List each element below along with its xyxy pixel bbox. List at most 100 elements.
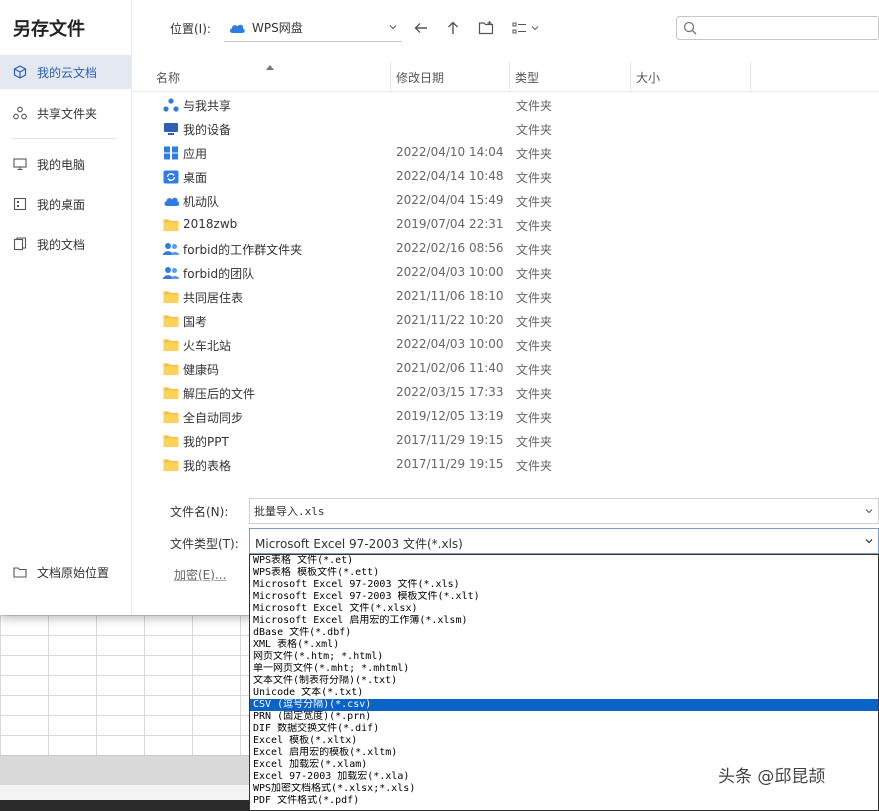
filetype-option[interactable]: Microsoft Excel 文件(*.xlsx) [250,603,878,615]
desktop-icon [13,197,27,211]
filename-input[interactable] [254,502,844,520]
file-name: 解压后的文件 [183,387,256,401]
filetype-option[interactable]: Excel 启用宏的模板(*.xltm) [250,747,878,759]
filetype-option[interactable]: dBase 文件(*.dbf) [250,627,878,639]
filename-label: 文件名(N): [170,505,229,519]
sidebar-item-label: 我的文档 [37,237,86,252]
list-view-icon [512,22,539,34]
back-button[interactable] [410,16,432,40]
share-folder-icon [163,98,179,112]
file-date: 2019/12/05 13:19 [396,409,504,423]
column-divider [390,62,391,92]
filetype-option[interactable]: Microsoft Excel 97-2003 文件(*.xls) [250,579,878,591]
file-row[interactable]: 应用 2022/04/10 14:04 文件夹 [158,141,758,165]
file-name: 我的PPT [183,435,229,449]
filetype-option[interactable]: 单一网页文件(*.mht; *.mhtml) [250,663,878,675]
file-type: 文件夹 [516,411,553,425]
file-date: 2022/04/14 10:48 [396,169,504,183]
file-type: 文件夹 [516,243,553,257]
file-name: 共同居住表 [183,291,244,305]
sync-desktop-icon [163,170,179,184]
search-box [676,16,879,40]
filetype-option[interactable]: Excel 模板(*.xltx) [250,735,878,747]
file-name: 与我共享 [183,99,232,113]
sort-ascending-icon [266,65,274,70]
file-date: 2021/11/22 10:20 [396,313,504,327]
file-name: forbid的团队 [183,267,255,281]
file-row[interactable]: 我的表格 2017/11/29 19:15 文件夹 [158,453,758,477]
file-row[interactable]: 与我共享 文件夹 [158,93,758,117]
filetype-option[interactable]: WPS表格 文件(*.et) [250,555,878,567]
filetype-selected-value: Microsoft Excel 97-2003 文件(*.xls) [255,537,463,551]
folder-icon [163,434,179,448]
column-header-size[interactable]: 大小 [632,62,660,92]
filetype-option[interactable]: CSV (逗号分隔)(*.csv) [250,699,878,711]
original-location-button[interactable]: 文档原始位置 [0,560,131,584]
file-row[interactable]: 全自动同步 2019/12/05 13:19 文件夹 [158,405,758,429]
file-type: 文件夹 [516,435,553,449]
file-date: 2022/04/03 10:00 [396,265,504,279]
filetype-option[interactable]: Unicode 文本(*.txt) [250,687,878,699]
file-row[interactable]: 桌面 2022/04/14 10:48 文件夹 [158,165,758,189]
filetype-option[interactable]: Microsoft Excel 97-2003 模板文件(*.xlt) [250,591,878,603]
folder-icon [163,410,179,424]
file-row[interactable]: forbid的团队 2022/04/03 10:00 文件夹 [158,261,758,285]
folder-icon [163,362,179,376]
file-row[interactable]: 解压后的文件 2022/03/15 17:33 文件夹 [158,381,758,405]
file-row[interactable]: 健康码 2021/02/06 11:40 文件夹 [158,357,758,381]
location-dropdown[interactable]: WPS网盘 [224,14,402,42]
sidebar-item-my-computer[interactable]: 我的电脑 [0,147,131,181]
filename-combo [249,498,879,524]
arrow-up-icon [448,21,458,34]
filetype-option[interactable]: DIF 数据交换文件(*.dif) [250,723,878,735]
new-folder-button[interactable] [475,16,497,40]
file-list-header: 名称 修改日期 类型 大小 [132,62,879,92]
sidebar-item-my-documents[interactable]: 我的文档 [0,227,131,261]
file-row[interactable]: 机动队 2022/04/04 15:49 文件夹 [158,189,758,213]
up-folder-button[interactable] [442,16,464,40]
file-type: 文件夹 [516,195,553,209]
file-row[interactable]: 2018zwb 2019/07/04 22:31 文件夹 [158,213,758,237]
column-divider [750,62,751,92]
filetype-option[interactable]: PRN (固定宽度)(*.prn) [250,711,878,723]
file-name: 我的表格 [183,459,232,473]
column-divider [630,62,631,92]
filetype-label: 文件类型(T): [170,537,239,551]
filetype-option[interactable]: 网页文件(*.htm; *.html) [250,651,878,663]
folder-icon [163,386,179,400]
filetype-option[interactable]: 文本文件(制表符分隔)(*.txt) [250,675,878,687]
file-row[interactable]: 共同居住表 2021/11/06 18:10 文件夹 [158,285,758,309]
column-header-name[interactable]: 名称 [152,62,180,92]
encrypt-link[interactable]: 加密(E)... [174,566,226,583]
sidebar-item-my-desktop[interactable]: 我的桌面 [0,187,131,221]
file-row[interactable]: forbid的工作群文件夹 2022/02/16 08:56 文件夹 [158,237,758,261]
file-name: 机动队 [183,195,220,209]
file-name: 健康码 [183,363,220,377]
column-header-type[interactable]: 类型 [511,62,539,92]
file-date: 2021/11/06 18:10 [396,289,504,303]
share-icon [13,106,27,120]
filetype-option[interactable]: Microsoft Excel 启用宏的工作簿(*.xlsm) [250,615,878,627]
chevron-down-icon[interactable] [864,506,874,516]
folder-icon [163,338,179,352]
file-date: 2022/04/03 10:00 [396,337,504,351]
filetype-option[interactable]: WPS表格 模板文件(*.ett) [250,567,878,579]
file-date: 2017/11/29 19:15 [396,433,504,447]
column-header-modified[interactable]: 修改日期 [392,62,444,92]
filetype-option[interactable]: PDF 文件格式(*.pdf) [250,795,878,807]
filetype-dropdown-toggle[interactable] [860,529,878,553]
view-mode-button[interactable] [510,16,542,40]
file-date: 2019/07/04 22:31 [396,217,504,231]
search-input[interactable] [701,19,871,37]
filetype-option[interactable]: XML 表格(*.xml) [250,639,878,651]
file-date: 2021/02/06 11:40 [396,361,504,375]
sidebar-item-cloud-docs[interactable]: 我的云文档 [0,55,131,89]
chevron-down-icon [865,539,873,544]
file-row[interactable]: 我的设备 文件夹 [158,117,758,141]
file-row[interactable]: 国考 2021/11/22 10:20 文件夹 [158,309,758,333]
file-row[interactable]: 我的PPT 2017/11/29 19:15 文件夹 [158,429,758,453]
sidebar-item-shared-folder[interactable]: 共享文件夹 [0,96,131,130]
filetype-select[interactable]: Microsoft Excel 97-2003 文件(*.xls) [249,528,879,554]
dialog-title: 另存文件 [13,19,85,40]
file-row[interactable]: 火车北站 2022/04/03 10:00 文件夹 [158,333,758,357]
